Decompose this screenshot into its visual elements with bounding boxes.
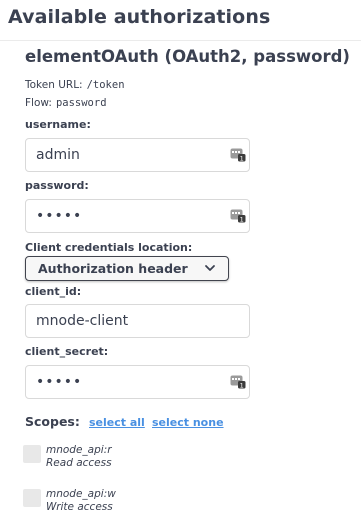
key-icon[interactable]: 1 xyxy=(230,148,246,162)
username-label: username: xyxy=(25,118,91,131)
client-id-input[interactable]: mnode-client xyxy=(25,304,250,338)
svg-text:1: 1 xyxy=(240,381,244,389)
key-icon[interactable]: 1 xyxy=(230,209,246,223)
client-secret-input[interactable]: ••••• xyxy=(25,365,250,399)
username-input[interactable]: admin xyxy=(25,138,250,172)
scope-description: Write access xyxy=(46,501,113,513)
client-credentials-location-select[interactable]: Authorization header xyxy=(25,256,229,281)
select-all-link[interactable]: select all xyxy=(89,416,145,429)
flow-value: password xyxy=(55,97,107,109)
password-input[interactable]: ••••• xyxy=(25,199,250,233)
flow-label: Flow: xyxy=(25,97,52,109)
scope-description: Read access xyxy=(46,457,112,469)
scope-name: mnode_api:w xyxy=(46,488,116,500)
svg-text:1: 1 xyxy=(240,154,244,162)
client-secret-label: client_secret: xyxy=(25,345,109,358)
modal-header: Available authorizations xyxy=(0,0,361,41)
token-url-value: /token xyxy=(86,79,125,91)
key-icon[interactable]: 1 xyxy=(230,375,246,389)
scope-checkbox-write[interactable] xyxy=(23,489,41,507)
scopes-label: Scopes: xyxy=(25,414,80,429)
scope-name: mnode_api:r xyxy=(46,444,112,456)
token-url-line: Token URL:/token xyxy=(25,79,125,91)
auth-title: elementOAuth (OAuth2, password) xyxy=(25,47,350,66)
client-credentials-location-value: Authorization header xyxy=(38,261,188,276)
chevron-down-icon xyxy=(205,265,215,271)
client-credentials-location-label: Client credentials location: xyxy=(25,241,193,254)
select-none-link[interactable]: select none xyxy=(152,416,224,429)
scope-checkbox-read[interactable] xyxy=(23,445,41,463)
password-label: password: xyxy=(25,179,89,192)
client-id-label: client_id: xyxy=(25,285,82,298)
token-url-label: Token URL: xyxy=(25,79,83,91)
svg-text:1: 1 xyxy=(240,215,244,223)
flow-line: Flow: password xyxy=(25,97,107,109)
modal-title: Available authorizations xyxy=(8,6,271,28)
